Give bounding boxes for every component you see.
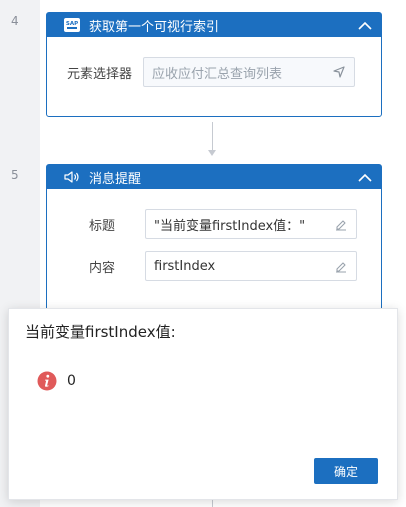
card-header[interactable]: 消息提醒 <box>47 165 381 189</box>
dialog-message: 0 <box>37 371 76 391</box>
field-value: "当前变量firstIndex值：" <box>154 218 306 234</box>
step-number: 4 <box>11 14 19 28</box>
title-field[interactable]: "当前变量firstIndex值：" <box>145 209 357 239</box>
field-value: firstIndex <box>154 258 216 274</box>
field-value: 应收应付汇总查询列表 <box>152 66 283 82</box>
chevron-up-icon[interactable] <box>357 169 373 185</box>
speaker-icon <box>63 170 81 184</box>
dialog-title: 当前变量firstIndex值: <box>25 323 176 341</box>
field-label: 元素选择器 <box>67 66 133 82</box>
edit-pencil-icon[interactable] <box>334 217 348 231</box>
element-selector-field[interactable]: 应收应付汇总查询列表 <box>143 57 355 87</box>
locate-arrow-icon[interactable] <box>332 65 346 79</box>
edit-pencil-icon[interactable] <box>334 259 348 273</box>
card-header[interactable]: SAP 获取第一个可视行索引 <box>47 13 381 37</box>
step-card-get-first-visible-row[interactable]: SAP 获取第一个可视行索引 元素选择器 应收应付汇总查询列表 <box>46 12 382 117</box>
flow-connector <box>212 122 213 150</box>
arrow-down-icon <box>208 150 216 156</box>
ok-button[interactable]: 确定 <box>314 458 378 484</box>
dialog-message-text: 0 <box>67 373 76 389</box>
svg-text:SAP: SAP <box>66 21 78 27</box>
card-title: 消息提醒 <box>89 171 142 187</box>
message-dialog: 当前变量firstIndex值: 0 确定 <box>8 308 398 500</box>
content-field[interactable]: firstIndex <box>145 251 357 281</box>
field-row: 标题 "当前变量firstIndex值：" <box>89 209 357 239</box>
info-icon <box>37 371 57 391</box>
card-title: 获取第一个可视行索引 <box>89 19 220 35</box>
sap-icon: SAP <box>63 17 81 33</box>
field-label: 内容 <box>89 260 116 276</box>
field-label: 标题 <box>89 218 116 234</box>
chevron-up-icon[interactable] <box>357 17 373 33</box>
step-card-message-alert[interactable]: 消息提醒 标题 "当前变量firstIndex值：" 内容 firstIndex <box>46 164 382 314</box>
step-number: 5 <box>11 168 19 182</box>
field-row: 内容 firstIndex <box>89 251 357 281</box>
field-row: 元素选择器 应收应付汇总查询列表 <box>67 57 355 87</box>
